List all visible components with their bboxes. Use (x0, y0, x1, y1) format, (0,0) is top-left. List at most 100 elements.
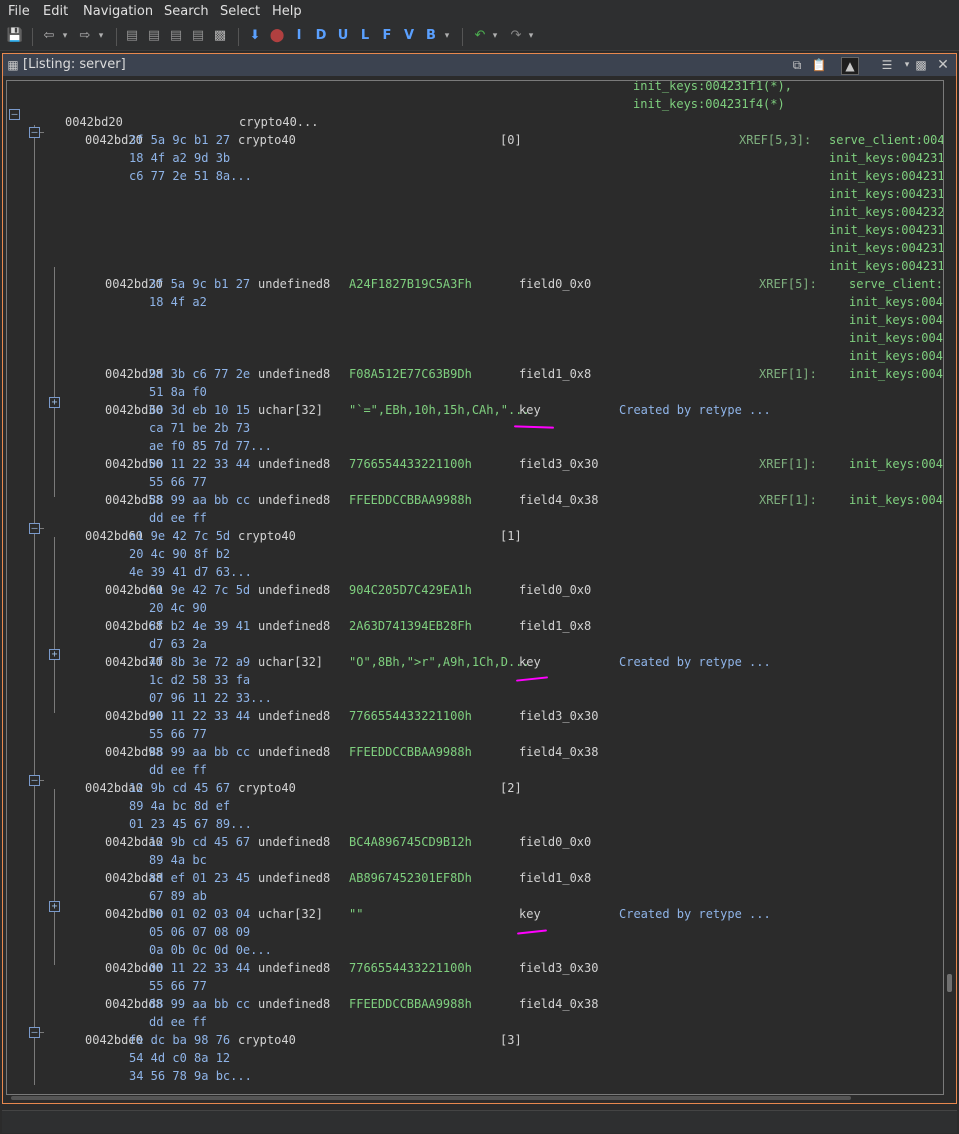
bytes-cell[interactable]: 3f 5a 9c b1 27 (149, 275, 250, 293)
bytes-cell[interactable]: a1 9e 42 7c 5d (129, 527, 230, 545)
xref-cell[interactable]: init_keys:004231c (829, 185, 943, 203)
bytes-cell[interactable]: 4f 8b 3e 72 a9 (149, 653, 250, 671)
listing-row[interactable]: dd ee ff (7, 1013, 943, 1031)
toolbar-letter-b[interactable]: B (422, 27, 440, 45)
bytes-cell[interactable]: dd ee ff (149, 761, 207, 779)
listing-row[interactable]: 20 4c 90 8f b2 (7, 545, 943, 563)
xref-label[interactable]: XREF[5]: (759, 275, 817, 293)
field-name-cell[interactable]: key (519, 653, 541, 671)
listing-row[interactable]: 34 56 78 9a bc... (7, 1067, 943, 1085)
field-name-cell[interactable]: [3] (500, 1031, 522, 1049)
comment-cell[interactable]: Created by retype ... (619, 653, 771, 671)
value-cell[interactable]: 904C205D7C429EA1h (349, 581, 472, 599)
bytes-cell[interactable]: 20 4c 90 8f b2 (129, 545, 230, 563)
comment-cell[interactable]: Created by retype ... (619, 401, 771, 419)
listing-row[interactable]: 0042bd90 00 11 22 33 44 undefined8 77665544… (7, 707, 943, 725)
expand-toggle-icon[interactable]: + (49, 397, 60, 408)
listing-row[interactable]: dd ee ff (7, 509, 943, 527)
listing-row[interactable]: 89 4a bc (7, 851, 943, 869)
xref-line[interactable]: init_keys:004231f4(*) (633, 95, 785, 113)
xref-cell[interactable]: init_keys:0042 (849, 347, 943, 365)
expand-toggle-icon[interactable]: + (49, 649, 60, 660)
xref-cell[interactable]: serve_client:0 (849, 275, 943, 293)
listing-row[interactable]: 0042bda0 12 9b cd 45 67 undefined8 BC4A8967… (7, 833, 943, 851)
datatype-cell[interactable]: crypto40 (238, 779, 296, 797)
bytes-cell[interactable]: 55 66 77 (149, 977, 207, 995)
listing-row[interactable]: 0042bdd0 00 11 22 33 44 undefined8 77665544… (7, 959, 943, 977)
listing-row[interactable]: 0042bd70 4f 8b 3e 72 a9 uchar[32] "O",8Bh,"… (7, 653, 943, 671)
forward-dropdown-icon[interactable]: ▾ (96, 27, 106, 45)
datatype-cell[interactable]: undefined8 (258, 275, 330, 293)
datatype-cell[interactable]: undefined8 (258, 833, 330, 851)
xref-label[interactable]: XREF[1]: (759, 365, 817, 383)
value-cell[interactable]: 7766554433221100h (349, 959, 472, 977)
menu-navigation[interactable]: Navigation (83, 4, 153, 19)
paste-icon[interactable]: 📋 (811, 57, 827, 73)
listing-row[interactable]: 0042bda0 12 9b cd 45 67 crypto40 [2] (7, 779, 943, 797)
listing-row[interactable]: 55 66 77 (7, 977, 943, 995)
datatype-cell[interactable]: undefined8 (258, 959, 330, 977)
field-name-cell[interactable]: key (519, 401, 541, 419)
listing-row[interactable]: 4e 39 41 d7 63... (7, 563, 943, 581)
bytes-cell[interactable]: 55 66 77 (149, 473, 207, 491)
bytes-cell[interactable]: 12 9b cd 45 67 (129, 779, 230, 797)
listing-row[interactable]: 0042bd50 00 11 22 33 44 undefined8 77665544… (7, 455, 943, 473)
listing-row[interactable]: 0042bd20 3f 5a 9c b1 27 crypto40 [0] XREF[5,… (7, 131, 943, 149)
bytes-cell[interactable]: dd ee ff (149, 509, 207, 527)
field-name-cell[interactable]: [2] (500, 779, 522, 797)
field-name-cell[interactable]: [0] (500, 131, 522, 149)
value-cell[interactable]: 2A63D741394EB28Fh (349, 617, 472, 635)
bytes-cell[interactable]: ca 71 be 2b 73 (149, 419, 250, 437)
value-cell[interactable]: "" (349, 905, 363, 923)
stop-icon[interactable]: ⬤ (268, 27, 286, 45)
value-cell[interactable]: F08A512E77C63B9Dh (349, 365, 472, 383)
value-cell[interactable]: 7766554433221100h (349, 707, 472, 725)
undo-dropdown-icon[interactable]: ▾ (490, 27, 500, 45)
listing-row[interactable]: 18 4f a2 9d 3b init_keys:0042319 (7, 149, 943, 167)
bytes-cell[interactable]: 3f 5a 9c b1 27 (129, 131, 230, 149)
bytes-cell[interactable]: 20 4c 90 (149, 599, 207, 617)
listing-row[interactable]: 0042bd60 a1 9e 42 7c 5d crypto40 [1] (7, 527, 943, 545)
menu-search[interactable]: Search (164, 4, 209, 19)
bytes-cell[interactable]: 55 66 77 (149, 725, 207, 743)
value-cell[interactable]: AB8967452301EF8Dh (349, 869, 472, 887)
listing-row[interactable]: 54 4d c0 8a 12 (7, 1049, 943, 1067)
listing-row[interactable]: 89 4a bc 8d ef (7, 797, 943, 815)
page-icon[interactable]: ▤ (122, 27, 142, 45)
listing-row[interactable]: init_keys:0042 (7, 311, 943, 329)
undo-icon[interactable]: ↶ (470, 27, 490, 45)
listing-view[interactable]: init_keys:004231f1(*), init_keys:004231f… (6, 80, 944, 1095)
field-name-cell[interactable]: field0_0x0 (519, 581, 591, 599)
close-icon[interactable]: ✕ (935, 57, 951, 73)
menu-edit[interactable]: Edit (43, 4, 68, 19)
xref-cell[interactable]: init_keys:004232a (829, 203, 943, 221)
edit-fields-icon[interactable]: ☰ (879, 57, 895, 73)
field-name-cell[interactable]: field4_0x38 (519, 743, 598, 761)
toolbar-letter-i[interactable]: I (290, 27, 308, 45)
field-name-cell[interactable]: field4_0x38 (519, 491, 598, 509)
toolbar-letter-d[interactable]: D (312, 27, 330, 45)
snapshot-icon[interactable]: ▩ (210, 27, 230, 45)
toolbar-letter-u[interactable]: U (334, 27, 352, 45)
bytes-cell[interactable]: 00 11 22 33 44 (149, 707, 250, 725)
address-cell[interactable]: 0042bd20 (65, 113, 123, 131)
xref-cell[interactable]: init_keys:004231f (829, 239, 943, 257)
datatype-cell[interactable]: crypto40... (239, 113, 318, 131)
listing-row[interactable]: init_keys:004231b (7, 221, 943, 239)
listing-row[interactable]: 0042bd58 88 99 aa bb cc undefined8 FFEEDDCC… (7, 491, 943, 509)
datatype-cell[interactable]: undefined8 (258, 581, 330, 599)
xref-cell[interactable]: init_keys:0042 (849, 293, 943, 311)
listing-row[interactable]: init_keys:004231f (7, 257, 943, 275)
xref-cell[interactable]: init_keys:0042 (849, 365, 943, 383)
bytes-cell[interactable]: 88 99 aa bb cc (149, 491, 250, 509)
xref-label[interactable]: XREF[1]: (759, 455, 817, 473)
listing-row[interactable]: d7 63 2a (7, 635, 943, 653)
bytes-cell[interactable]: 88 99 aa bb cc (149, 995, 250, 1013)
listing-row[interactable]: 0042bda8 8d ef 01 23 45 undefined8 AB896745… (7, 869, 943, 887)
xref-cell[interactable]: init_keys:0042 (849, 491, 943, 509)
comment-cell[interactable]: Created by retype ... (619, 905, 771, 923)
bytes-cell[interactable]: 0a 0b 0c 0d 0e... (149, 941, 272, 959)
xref-cell[interactable]: init_keys:0042 (849, 311, 943, 329)
listing-row[interactable]: ae f0 85 7d 77... (7, 437, 943, 455)
bytes-cell[interactable]: 18 4f a2 9d 3b (129, 149, 230, 167)
